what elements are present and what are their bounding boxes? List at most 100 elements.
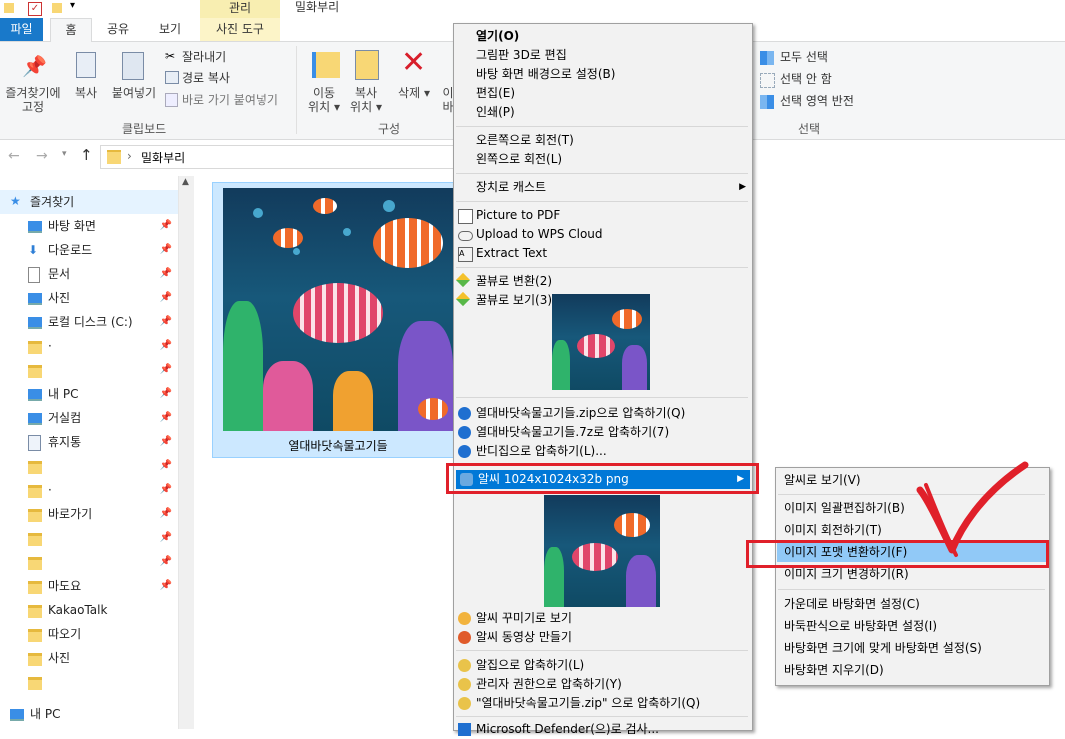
annotation-box-alsee — [446, 463, 759, 494]
nav-quick-access[interactable]: ★ 즐겨찾기 — [0, 190, 178, 214]
copy-path-button[interactable]: 경로 복사 — [182, 70, 230, 86]
tab-view[interactable]: 보기 — [150, 18, 190, 41]
up-icon[interactable]: ↑ — [80, 146, 93, 164]
honeyview-icon — [455, 272, 471, 288]
delete-button[interactable]: 삭제 ▾ — [396, 86, 432, 100]
menu-item-cast-to-device[interactable]: 장치로 캐스트 ▶ — [454, 178, 752, 197]
pin-icon: 📌 — [159, 580, 172, 591]
back-icon[interactable]: ← — [8, 148, 20, 164]
menu-item-print[interactable]: 인쇄(P) — [454, 103, 752, 122]
nav-item[interactable]: 따오기 — [0, 622, 178, 646]
menu-item-picture-to-pdf[interactable]: Picture to PDF — [454, 206, 752, 225]
nav-item-label: 휴지통 — [48, 435, 82, 449]
cut-button[interactable]: 잘라내기 — [182, 49, 226, 65]
pdf-icon — [458, 209, 473, 224]
menu-item-edit-paint3d[interactable]: 그림판 3D로 편집 — [454, 46, 752, 65]
nav-item[interactable]: 바로가기 📌 — [0, 502, 178, 526]
nav-item[interactable]: 사진 — [0, 646, 178, 670]
nav-scrollbar[interactable]: ▲ — [178, 176, 194, 729]
file-item[interactable]: 열대바닷속물고기들 — [212, 182, 464, 458]
submenu-item-wallpaper-tile[interactable]: 바둑판식으로 바탕화면 설정(I) — [776, 617, 1049, 636]
image-thumbnail — [223, 188, 453, 431]
submenu-item-wallpaper-clear[interactable]: 바탕화면 지우기(D) — [776, 661, 1049, 680]
menu-item-set-wallpaper[interactable]: 바탕 화면 배경으로 설정(B) — [454, 65, 752, 84]
copy-button[interactable]: 복사 — [68, 86, 104, 100]
paste-icon — [122, 52, 144, 80]
select-all-button[interactable]: 모두 선택 — [780, 49, 828, 65]
menu-item-alzip-compress[interactable]: 알집으로 압축하기(L) — [454, 656, 752, 675]
folder-icon — [28, 533, 42, 546]
menu-item-bandizip-7z[interactable]: 열대바닷속물고기들.7z로 압축하기(7) — [454, 423, 752, 442]
nav-item[interactable]: · 📌 — [0, 478, 178, 502]
pin-icon: 📌 — [159, 436, 172, 447]
select-group-label: 선택 — [798, 122, 821, 136]
window-title: 밀화부리 — [295, 0, 340, 14]
scroll-up-icon[interactable]: ▲ — [182, 177, 189, 187]
recent-dropdown-icon[interactable]: ▾ — [62, 149, 67, 159]
menu-item-alsee-video[interactable]: 알씨 동영상 만들기 — [454, 628, 752, 647]
forward-icon[interactable]: → — [36, 148, 48, 164]
select-none-button[interactable]: 선택 안 함 — [780, 71, 832, 87]
computer-icon — [28, 413, 42, 425]
invert-selection-button[interactable]: 선택 영역 반전 — [780, 93, 854, 109]
nav-item[interactable]: 마도요 📌 — [0, 574, 178, 598]
nav-item[interactable] — [0, 670, 178, 694]
move-to-button[interactable]: 이동 위치 ▾ — [304, 86, 344, 114]
tab-file[interactable]: 파일 — [0, 18, 43, 41]
pin-icon: 📌 — [159, 268, 172, 279]
nav-item[interactable]: 📌 — [0, 526, 178, 550]
tab-picture-tools[interactable]: 사진 도구 — [200, 18, 280, 41]
alsee-preview-image — [544, 495, 660, 607]
nav-item[interactable]: 📌 — [0, 454, 178, 478]
nav-item[interactable]: KakaoTalk — [0, 598, 178, 622]
menu-item-extract-text[interactable]: A Extract Text — [454, 244, 752, 263]
menu-item-edit[interactable]: 편집(E) — [454, 84, 752, 103]
paste-shortcut-icon — [165, 93, 178, 107]
nav-item[interactable]: 📌 — [0, 550, 178, 574]
folder-icon — [28, 629, 42, 642]
paste-button[interactable]: 붙여넣기 — [108, 86, 160, 100]
submenu-item-wallpaper-fit[interactable]: 바탕화면 크기에 맞게 바탕화면 설정(S) — [776, 639, 1049, 658]
quick-access-dropdown-icon[interactable]: ▾ — [70, 0, 75, 11]
menu-item-alzip-zip[interactable]: "열대바닷속물고기들.zip" 으로 압축하기(Q) — [454, 694, 752, 713]
submenu-item-wallpaper-center[interactable]: 가운데로 바탕화면 설정(C) — [776, 595, 1049, 614]
folder-icon — [28, 605, 42, 618]
menu-item-defender-scan[interactable]: Microsoft Defender(으)로 검사... — [454, 720, 752, 739]
tab-home[interactable]: 홈 — [50, 18, 92, 43]
tab-share[interactable]: 공유 — [98, 18, 138, 41]
nav-item[interactable]: 로컬 디스크 (C:) 📌 — [0, 310, 178, 334]
menu-item-bandizip-zip[interactable]: 열대바닷속물고기들.zip으로 압축하기(Q) — [454, 404, 752, 423]
copy-path-icon — [165, 71, 179, 84]
nav-item[interactable]: 거실컴 📌 — [0, 406, 178, 430]
nav-item-label: · — [48, 339, 52, 353]
pin-icon: 📌 — [159, 412, 172, 423]
nav-item[interactable]: 내 PC — [0, 702, 178, 726]
nav-item[interactable]: 바탕 화면 📌 — [0, 214, 178, 238]
nav-item[interactable]: 휴지통 📌 — [0, 430, 178, 454]
copy-to-button[interactable]: 복사 위치 ▾ — [346, 86, 386, 114]
delete-icon: ✕ — [401, 45, 427, 80]
nav-item[interactable]: 문서 📌 — [0, 262, 178, 286]
nav-item[interactable]: 사진 📌 — [0, 286, 178, 310]
nav-item[interactable]: 📌 — [0, 358, 178, 382]
menu-item-rotate-left[interactable]: 왼쪽으로 회전(L) — [454, 150, 752, 169]
address-bar[interactable]: › 밀화부리 — [100, 145, 457, 169]
paste-shortcut-button[interactable]: 바로 가기 붙여넣기 — [182, 92, 278, 108]
pin-to-quick-access-button[interactable]: 즐겨찾기에 고정 — [0, 86, 66, 114]
menu-item-alsee-decorate[interactable]: 알씨 꾸미기로 보기 — [454, 609, 752, 628]
folder-icon — [28, 509, 42, 522]
menu-item-rotate-right[interactable]: 오른쪽으로 회전(T) — [454, 131, 752, 150]
checkbox-icon[interactable]: ✓ — [28, 2, 42, 16]
nav-item[interactable]: 내 PC 📌 — [0, 382, 178, 406]
nav-item[interactable]: · 📌 — [0, 334, 178, 358]
bandizip-icon — [458, 426, 471, 439]
breadcrumb-folder[interactable]: 밀화부리 — [141, 149, 185, 166]
menu-item-bandizip-compress[interactable]: 반디집으로 압축하기(L)... — [454, 442, 752, 461]
menu-item-alzip-admin[interactable]: 관리자 권한으로 압축하기(Y) — [454, 675, 752, 694]
menu-item-honeyview-convert[interactable]: 꿀뷰로 변환(2) — [454, 272, 752, 291]
menu-item-open[interactable]: 열기(O) — [454, 27, 752, 46]
pin-icon: 📌 — [159, 244, 172, 255]
pin-icon: 📌 — [159, 340, 172, 351]
nav-item[interactable]: ⬇ 다운로드 📌 — [0, 238, 178, 262]
menu-item-upload-wps[interactable]: Upload to WPS Cloud — [454, 225, 752, 244]
